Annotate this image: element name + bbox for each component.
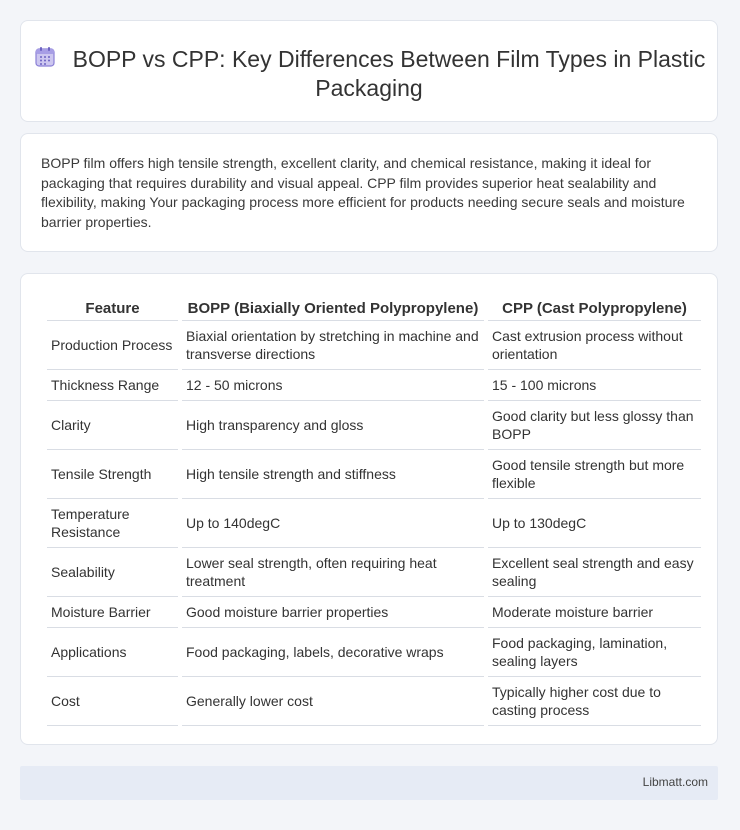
- cell-feature: Sealability: [47, 548, 178, 597]
- table-row: Cost Generally lower cost Typically high…: [47, 677, 701, 726]
- table-row: Moisture Barrier Good moisture barrier p…: [47, 597, 701, 628]
- cell-bopp: 12 - 50 microns: [182, 370, 484, 401]
- cell-bopp: Good moisture barrier properties: [182, 597, 484, 628]
- cell-cpp: Excellent seal strength and easy sealing: [488, 548, 701, 597]
- page-title-wrap: BOPP vs CPP: Key Differences Between Fil…: [21, 45, 717, 103]
- calendar-grid-icon: [35, 47, 55, 67]
- cell-cpp: Moderate moisture barrier: [488, 597, 701, 628]
- cell-feature: Thickness Range: [47, 370, 178, 401]
- cell-bopp: Biaxial orientation by stretching in mac…: [182, 321, 484, 370]
- description-card: BOPP film offers high tensile strength, …: [20, 133, 718, 252]
- table-row: Applications Food packaging, labels, dec…: [47, 628, 701, 677]
- table-row: Production Process Biaxial orientation b…: [47, 321, 701, 370]
- table-row: Tensile Strength High tensile strength a…: [47, 450, 701, 499]
- cell-cpp: Typically higher cost due to casting pro…: [488, 677, 701, 726]
- cell-feature: Tensile Strength: [47, 450, 178, 499]
- header-bopp: BOPP (Biaxially Oriented Polypropylene): [182, 296, 484, 321]
- cell-feature: Applications: [47, 628, 178, 677]
- cell-feature: Cost: [47, 677, 178, 726]
- header-cpp: CPP (Cast Polypropylene): [488, 296, 701, 321]
- cell-cpp: Food packaging, lamination, sealing laye…: [488, 628, 701, 677]
- footer-bar: Libmatt.com: [20, 766, 718, 800]
- table-row: Sealability Lower seal strength, often r…: [47, 548, 701, 597]
- cell-cpp: Cast extrusion process without orientati…: [488, 321, 701, 370]
- comparison-table: Feature BOPP (Biaxially Oriented Polypro…: [43, 296, 705, 726]
- cell-cpp: Up to 130degC: [488, 499, 701, 548]
- cell-bopp: Lower seal strength, often requiring hea…: [182, 548, 484, 597]
- cell-feature: Moisture Barrier: [47, 597, 178, 628]
- comparison-table-card: Feature BOPP (Biaxially Oriented Polypro…: [20, 273, 718, 745]
- footer-brand-link[interactable]: Libmatt.com: [643, 775, 708, 789]
- cell-bopp: Up to 140degC: [182, 499, 484, 548]
- cell-bopp: Food packaging, labels, decorative wraps: [182, 628, 484, 677]
- cell-feature: Temperature Resistance: [47, 499, 178, 548]
- title-card: BOPP vs CPP: Key Differences Between Fil…: [20, 20, 718, 122]
- description-text: BOPP film offers high tensile strength, …: [41, 155, 685, 230]
- table-row: Temperature Resistance Up to 140degC Up …: [47, 499, 701, 548]
- cell-cpp: Good tensile strength but more flexible: [488, 450, 701, 499]
- table-row: Thickness Range 12 - 50 microns 15 - 100…: [47, 370, 701, 401]
- cell-bopp: Generally lower cost: [182, 677, 484, 726]
- cell-cpp: 15 - 100 microns: [488, 370, 701, 401]
- cell-feature: Clarity: [47, 401, 178, 450]
- header-feature: Feature: [47, 296, 178, 321]
- table-row: Clarity High transparency and gloss Good…: [47, 401, 701, 450]
- table-header-row: Feature BOPP (Biaxially Oriented Polypro…: [47, 296, 701, 321]
- cell-feature: Production Process: [47, 321, 178, 370]
- page-title: BOPP vs CPP: Key Differences Between Fil…: [72, 46, 706, 101]
- cell-bopp: High tensile strength and stiffness: [182, 450, 484, 499]
- cell-cpp: Good clarity but less glossy than BOPP: [488, 401, 701, 450]
- cell-bopp: High transparency and gloss: [182, 401, 484, 450]
